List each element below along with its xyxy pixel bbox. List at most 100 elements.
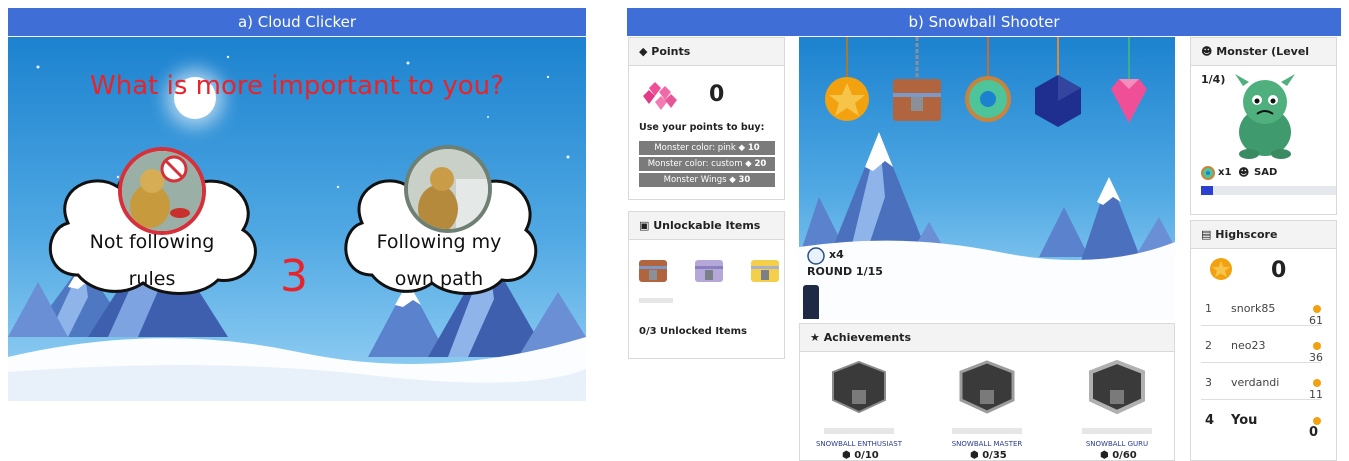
rank: 1 bbox=[1205, 302, 1212, 315]
question-text: What is more important to you? bbox=[90, 71, 504, 101]
master-badge-icon bbox=[959, 360, 1015, 414]
locked-chest-target-icon bbox=[893, 79, 941, 121]
avatar-illustration bbox=[408, 149, 488, 229]
points-value: 0 bbox=[709, 82, 725, 107]
donut-target-icon bbox=[965, 76, 1011, 122]
buy-wings-button[interactable]: Monster Wings ◆ 30 bbox=[639, 173, 775, 187]
right-answer-line1: Following my bbox=[376, 231, 502, 253]
unlockables-header-label: Unlockable Items bbox=[653, 219, 761, 232]
avatar-illustration bbox=[122, 151, 202, 231]
buy-custom-label: Monster color: custom bbox=[647, 159, 743, 169]
pink-diamond-target-icon bbox=[1111, 79, 1147, 123]
enthusiast-progress: ⬢ 0/10 bbox=[842, 450, 879, 461]
buy-custom-color-button[interactable]: Monster color: custom ◆ 20 bbox=[639, 157, 775, 171]
path-walker-avatar-icon bbox=[404, 145, 492, 233]
left-answer-line2: rules bbox=[128, 268, 176, 290]
highscore-row: 2 neo23 36 bbox=[1201, 327, 1323, 364]
guru-badge-icon bbox=[1089, 359, 1145, 415]
points-card: ◆ Points 0 Use your points to buy: Monst… bbox=[628, 37, 785, 200]
donut-count: x1 bbox=[1218, 167, 1232, 178]
mood-label: SAD bbox=[1254, 167, 1278, 178]
right-answer-cloud[interactable]: Following my own path bbox=[334, 135, 544, 297]
unlockables-header: ▣ Unlockable Items bbox=[629, 212, 784, 240]
score-value: 61 bbox=[1309, 314, 1323, 327]
score: 11 bbox=[1309, 376, 1323, 401]
wood-chest-icon bbox=[639, 260, 667, 282]
countdown-number: 3 bbox=[280, 251, 308, 302]
snowball-shooter-panel: b) Snowball Shooter ◆ Points 0 Use your … bbox=[627, 8, 1341, 461]
score: 0 bbox=[1309, 413, 1321, 440]
rank: 3 bbox=[1205, 376, 1212, 389]
buy-wings-label: Monster Wings bbox=[663, 175, 727, 185]
donut-icon bbox=[1201, 166, 1215, 180]
score-value: 11 bbox=[1309, 388, 1323, 401]
monster-card: ☻ Monster (Level 1/4) x1 ☻ SAD bbox=[1190, 37, 1337, 215]
round-indicator: ROUND 1/15 bbox=[807, 265, 883, 278]
buy-label: Use your points to buy: bbox=[639, 122, 765, 133]
star-coin-icon bbox=[1210, 258, 1232, 280]
master-progress: ⬢ 0/35 bbox=[970, 450, 1007, 461]
gems-icon bbox=[643, 82, 677, 110]
points-header-label: Points bbox=[651, 45, 691, 58]
unlockables-card: ▣ Unlockable Items 0/3 Unlocked Items bbox=[628, 211, 785, 359]
highscore-row-you: 4 You 0 bbox=[1201, 401, 1321, 440]
highscore-card: ▤ Highscore 0 1 snork85 61 2 neo23 36 3 … bbox=[1190, 220, 1337, 461]
blue-gem-target-icon bbox=[1035, 75, 1081, 127]
snowball-icon bbox=[807, 247, 825, 265]
locked-items-icons bbox=[639, 260, 779, 282]
player-name: verdandi bbox=[1231, 376, 1280, 389]
player-name: neo23 bbox=[1231, 339, 1266, 352]
player-name: snork85 bbox=[1231, 302, 1276, 315]
left-answer-line1: Not following bbox=[89, 231, 215, 253]
cloud-clicker-title: a) Cloud Clicker bbox=[8, 8, 586, 36]
cannon-icon[interactable] bbox=[803, 285, 819, 319]
score: 61 bbox=[1309, 302, 1323, 327]
coin-icon bbox=[1313, 342, 1321, 350]
guru-progress-value: 0/60 bbox=[1112, 450, 1137, 461]
master-progress-bar bbox=[952, 428, 1022, 434]
achievements-header: ★ Achievements bbox=[800, 324, 1174, 352]
monster-header: ☻ Monster (Level 1/4) bbox=[1191, 38, 1336, 86]
unlocked-summary: 0/3 Unlocked Items bbox=[639, 326, 747, 337]
enthusiast-name: SNOWBALL ENTHUSIAST bbox=[815, 440, 903, 448]
achievements-header-label: Achievements bbox=[823, 331, 911, 344]
coin-icon bbox=[1313, 379, 1321, 387]
guru-progress: ⬢ 0/60 bbox=[1100, 450, 1137, 461]
player-name: You bbox=[1231, 413, 1258, 428]
podium-icon: ▤ bbox=[1201, 228, 1216, 241]
score-value: 36 bbox=[1309, 351, 1323, 364]
trophy-icon: ★ bbox=[810, 331, 824, 344]
achievement-badges bbox=[832, 359, 1145, 415]
monster-progress-fill bbox=[1201, 186, 1214, 195]
diamond-icon: ◆ bbox=[639, 45, 652, 58]
highscore-header-label: Highscore bbox=[1215, 228, 1278, 241]
right-answer-line2: own path bbox=[394, 268, 484, 290]
snowball-game-scene[interactable]: x4 ROUND 1/15 bbox=[799, 37, 1175, 320]
highscore-row: 3 verdandi 11 bbox=[1201, 364, 1323, 401]
mood-icon: ☻ bbox=[1238, 166, 1250, 179]
points-header: ◆ Points bbox=[629, 38, 784, 66]
left-answer-cloud[interactable]: Not following rules bbox=[38, 135, 266, 297]
enthusiast-progress-bar bbox=[824, 428, 894, 434]
highscore-header: ▤ Highscore bbox=[1191, 221, 1336, 249]
cloud-clicker-panel: a) Cloud Clicker What is more important … bbox=[8, 8, 586, 461]
buy-pink-color-button[interactable]: Monster color: pink ◆ 10 bbox=[639, 141, 775, 155]
green-monster-icon bbox=[1235, 74, 1295, 159]
score: 36 bbox=[1309, 339, 1323, 364]
hanging-targets bbox=[825, 75, 1147, 127]
silver-chest-icon bbox=[695, 260, 723, 282]
buy-pink-label: Monster color: pink bbox=[654, 143, 736, 153]
guru-name: SNOWBALL GURU bbox=[1085, 440, 1149, 448]
master-name: SNOWBALL MASTER bbox=[951, 440, 1023, 448]
rule-breaker-avatar-icon bbox=[118, 147, 206, 235]
coin-icon bbox=[1313, 416, 1321, 425]
gold-chest-icon bbox=[751, 260, 779, 282]
snowball-count: x4 bbox=[829, 248, 844, 261]
achievements-card: ★ Achievements SNOWBALL ENTHUSIAST SNOWB… bbox=[799, 323, 1175, 461]
buy-wings-cost: 30 bbox=[738, 175, 751, 185]
master-progress-value: 0/35 bbox=[982, 450, 1007, 461]
buy-pink-cost: 10 bbox=[747, 143, 760, 153]
guru-progress-bar bbox=[1082, 428, 1152, 434]
star-coin-target-icon bbox=[825, 77, 869, 121]
highscore-row: 1 snork85 61 bbox=[1201, 290, 1323, 327]
